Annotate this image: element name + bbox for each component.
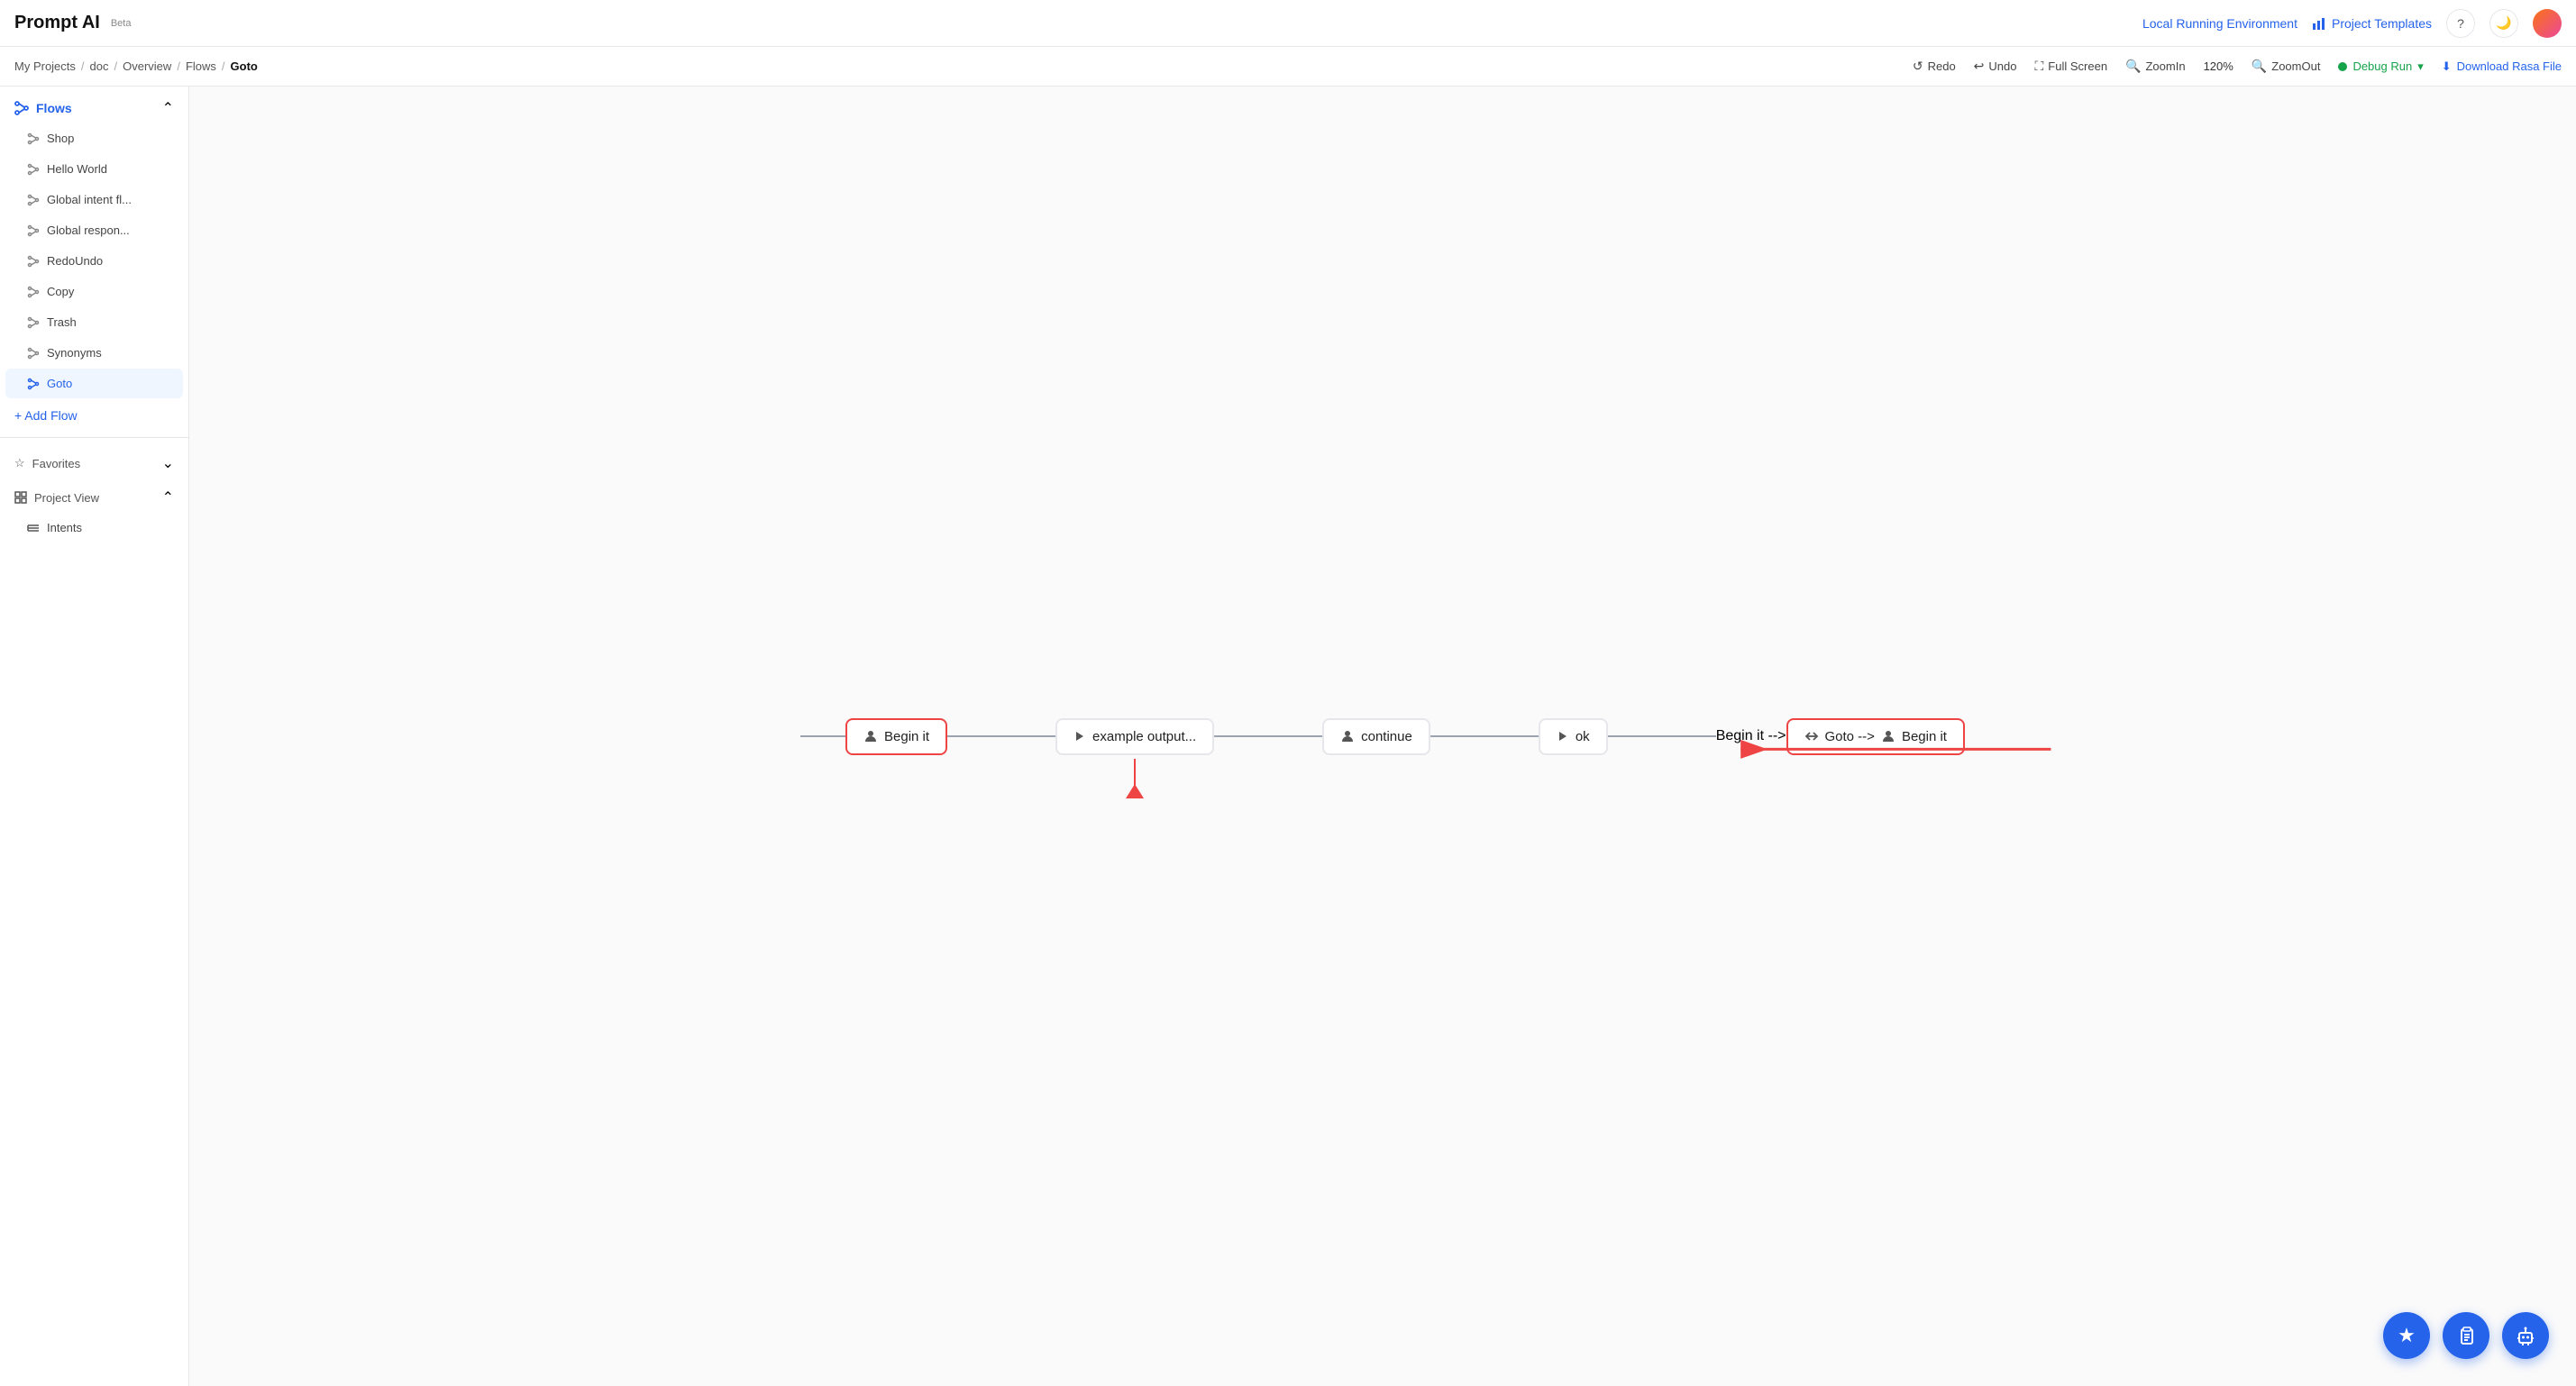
flow-item-icon: [27, 163, 40, 176]
sidebar-item-global-respon[interactable]: Global respon...: [5, 215, 183, 245]
breadcrumb-goto: Goto: [231, 59, 258, 73]
top-navigation: Prompt AI Beta Local Running Environment…: [0, 0, 2576, 47]
zoom-level-display: 120%: [2204, 59, 2233, 73]
flow-items-list: Shop Hello World Global intent fl... Glo…: [0, 123, 188, 399]
intents-icon: [27, 522, 40, 534]
flows-icon: [14, 101, 29, 115]
connector-1: [947, 735, 1055, 737]
connector-4: [1608, 735, 1716, 737]
flows-section-header[interactable]: Flows ⌃: [0, 87, 188, 123]
flow-item-icon: [27, 255, 40, 268]
breadcrumb-doc[interactable]: doc: [90, 59, 109, 73]
node-goto-begin[interactable]: Goto --> Begin it: [1786, 718, 1965, 755]
project-view-icon: [14, 491, 27, 504]
undo-icon: ↩: [1974, 59, 1985, 74]
flow-canvas[interactable]: Begin it example output...: [189, 87, 2576, 1386]
node-begin-it[interactable]: Begin it: [845, 718, 947, 755]
flow-diagram: Begin it example output...: [189, 87, 2576, 1386]
flow-item-icon: [27, 132, 40, 145]
node-example-output[interactable]: example output...: [1055, 718, 1214, 755]
flows-collapse-icon: ⌃: [162, 99, 174, 117]
clipboard-fab-button[interactable]: [2443, 1312, 2489, 1359]
top-nav-right: Local Running Environment Project Templa…: [2142, 9, 2562, 38]
play2-icon: [1557, 730, 1569, 743]
zoomout-icon: 🔍: [2252, 59, 2267, 74]
download-rasa-button[interactable]: ⬇ Download Rasa File: [2442, 59, 2562, 74]
flow-item-icon: [27, 286, 40, 298]
main-layout: Flows ⌃ Shop Hello World: [0, 87, 2576, 1386]
clipboard-icon: [2456, 1326, 2476, 1345]
start-connector: [800, 735, 845, 737]
sidebar-item-trash[interactable]: Trash: [5, 307, 183, 337]
arrow-up-indicator: [1126, 759, 1144, 800]
redo-icon: ↺: [1913, 59, 1923, 74]
flows-section-title: Flows: [14, 101, 72, 115]
sidebar-item-intents[interactable]: Intents: [5, 513, 183, 543]
user-avatar[interactable]: [2533, 9, 2562, 38]
sidebar-item-copy[interactable]: Copy: [5, 277, 183, 306]
sidebar-item-synonyms[interactable]: Synonyms: [5, 338, 183, 368]
flow-item-icon: [27, 316, 40, 329]
project-templates-label: Project Templates: [2332, 16, 2432, 31]
breadcrumb-bar: My Projects / doc / Overview / Flows / G…: [0, 47, 2576, 87]
sidebar-item-goto[interactable]: Goto: [5, 369, 183, 398]
node-continue[interactable]: continue: [1322, 718, 1430, 755]
sidebar-item-global-intent[interactable]: Global intent fl...: [5, 185, 183, 214]
robot-fab-button[interactable]: [2502, 1312, 2549, 1359]
app-beta-label: Beta: [111, 18, 132, 29]
project-view-section-header[interactable]: Project View ⌃: [0, 478, 188, 512]
flow-item-icon: [27, 347, 40, 360]
flow-item-icon: [27, 194, 40, 206]
local-env-link[interactable]: Local Running Environment: [2142, 16, 2297, 31]
project-templates-link[interactable]: Project Templates: [2312, 16, 2432, 31]
play-icon: [1073, 730, 1086, 743]
sidebar: Flows ⌃ Shop Hello World: [0, 87, 189, 1386]
breadcrumb-flows[interactable]: Flows: [186, 59, 216, 73]
bar-chart-icon: [2312, 16, 2326, 31]
app-branding: Prompt AI Beta: [14, 13, 131, 33]
debug-status-dot: [2338, 62, 2347, 71]
undo-button[interactable]: ↩ Undo: [1974, 59, 2017, 74]
favorites-section-title: ☆ Favorites: [14, 456, 80, 470]
project-view-section-title: Project View: [14, 491, 99, 505]
help-button[interactable]: ?: [2446, 9, 2475, 38]
sidebar-item-redo-undo[interactable]: RedoUndo: [5, 246, 183, 276]
zoomin-button[interactable]: 🔍 ZoomIn: [2125, 59, 2186, 74]
download-icon: ⬇: [2442, 59, 2452, 74]
zoomout-button[interactable]: 🔍 ZoomOut: [2252, 59, 2321, 74]
redo-button[interactable]: ↺ Redo: [1913, 59, 1956, 74]
goto-icon: [1804, 729, 1819, 743]
toolbar: ↺ Redo ↩ Undo ⛶ Full Screen 🔍 ZoomIn 120…: [1913, 59, 2562, 74]
sidebar-item-hello-world[interactable]: Hello World: [5, 154, 183, 184]
flow-item-icon: [27, 224, 40, 237]
project-view-chevron-icon: ⌃: [162, 488, 174, 506]
dark-mode-button[interactable]: 🌙: [2489, 9, 2518, 38]
favorites-star-icon: ☆: [14, 456, 25, 470]
breadcrumb-overview[interactable]: Overview: [123, 59, 171, 73]
robot-icon: [2516, 1326, 2535, 1345]
flow-item-icon: [27, 378, 40, 390]
debug-chevron-icon: ▾: [2417, 59, 2424, 74]
fullscreen-button[interactable]: ⛶ Full Screen: [2034, 59, 2107, 74]
favorites-chevron-icon: ⌄: [162, 454, 174, 472]
star-fab-button[interactable]: ★: [2383, 1312, 2430, 1359]
sidebar-divider: [0, 437, 188, 438]
app-title: Prompt AI: [14, 13, 100, 33]
zoomin-icon: 🔍: [2125, 59, 2141, 74]
connector-3: [1430, 735, 1539, 737]
fab-button-group: ★: [2383, 1312, 2549, 1359]
person3-icon: [1881, 729, 1895, 743]
node-ok[interactable]: ok: [1539, 718, 1608, 755]
person-icon: [863, 729, 878, 743]
fullscreen-icon: ⛶: [2034, 59, 2043, 74]
flow-row: Begin it example output...: [800, 718, 1965, 755]
person2-icon: [1340, 729, 1355, 743]
add-flow-button[interactable]: + Add Flow: [0, 399, 188, 432]
connector-2: [1214, 735, 1322, 737]
breadcrumb-my-projects[interactable]: My Projects: [14, 59, 76, 73]
debug-run-button[interactable]: Debug Run ▾: [2338, 59, 2423, 74]
sidebar-item-shop[interactable]: Shop: [5, 123, 183, 153]
favorites-section-header[interactable]: ☆ Favorites ⌄: [0, 443, 188, 478]
